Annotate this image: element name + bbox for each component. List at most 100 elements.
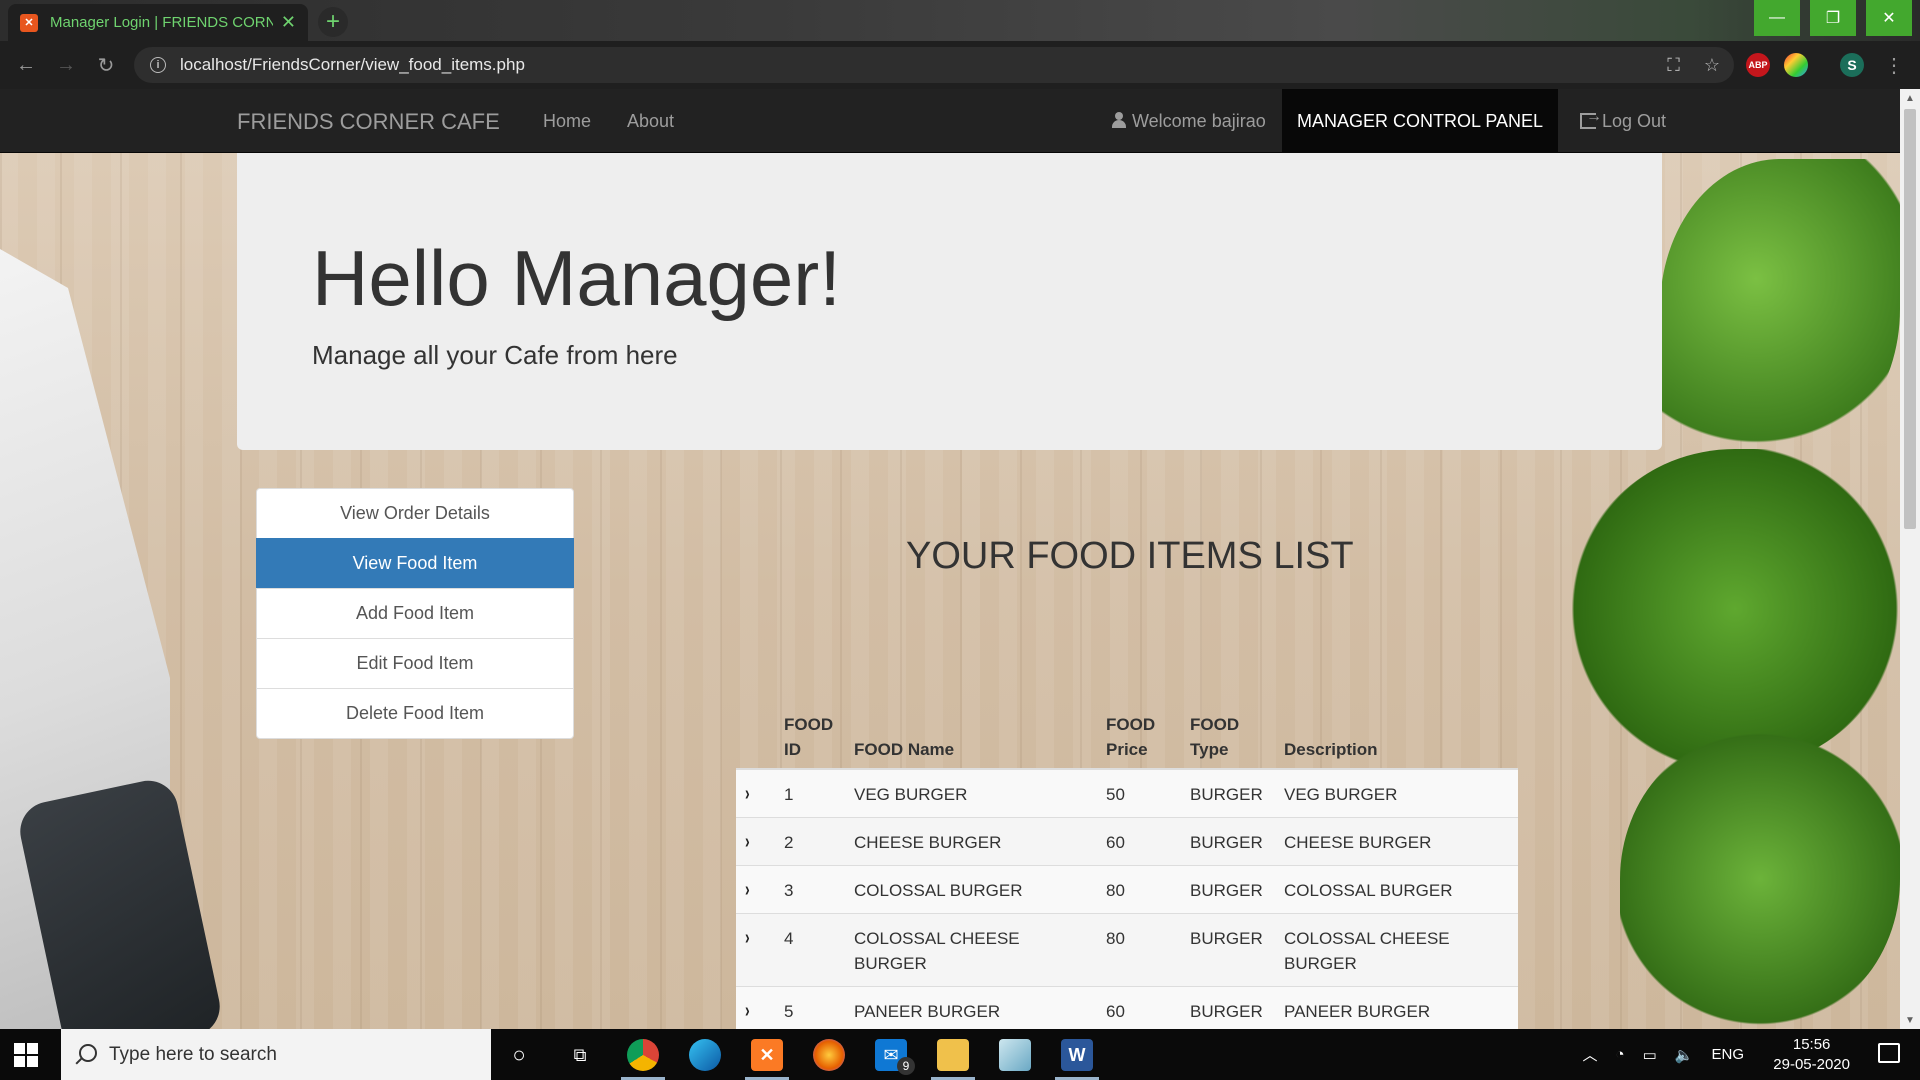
sidebar-item-view-order-details[interactable]: View Order Details [256, 488, 574, 539]
cell-food-name: PANEER BURGER [846, 986, 1098, 1029]
word-icon[interactable]: W [1061, 1039, 1093, 1071]
table-row[interactable]: › 4 COLOSSAL CHEESE BURGER 80 BURGER COLOSSAL… [736, 913, 1518, 987]
page-subtitle: Manage all your Cafe from here [312, 340, 678, 370]
task-view-icon[interactable]: ⧉ [564, 1039, 596, 1071]
scroll-down-icon[interactable]: ▼ [1900, 1011, 1920, 1029]
cell-food-type: BURGER [1182, 865, 1276, 914]
column-header-description: Description [1276, 706, 1518, 770]
menu-dots-icon[interactable]: ⋮ [1882, 53, 1906, 77]
cell-food-name: VEG BURGER [846, 768, 1098, 818]
browser-tab[interactable]: ✕ Manager Login | FRIENDS CORNER ✕ [8, 4, 308, 41]
cell-description: PANEER BURGER [1276, 986, 1518, 1029]
reload-icon[interactable]: ↻ [94, 53, 118, 77]
chevron-right-icon[interactable]: › [745, 999, 750, 1024]
chevron-right-icon[interactable]: › [745, 830, 750, 855]
column-header-food-name: FOOD Name [846, 706, 1098, 770]
translate-icon[interactable]: ⛶ [1667, 55, 1680, 76]
sidebar-item-view-food-item[interactable]: View Food Item [256, 538, 574, 589]
volume-icon[interactable]: 🔈 [1675, 1046, 1694, 1064]
tab-close-icon[interactable]: ✕ [281, 12, 296, 33]
nav-home[interactable]: Home [543, 111, 591, 132]
chrome-icon[interactable] [627, 1039, 659, 1071]
address-bar[interactable]: i localhost/FriendsCorner/view_food_item… [134, 47, 1734, 83]
cell-food-price: 80 [1098, 913, 1182, 987]
minimize-button[interactable]: — [1754, 0, 1800, 36]
expand-row-chevron-icon[interactable]: › [736, 768, 776, 818]
cortana-icon[interactable]: ○ [503, 1039, 535, 1071]
sidebar-item-delete-food-item[interactable]: Delete Food Item [256, 688, 574, 739]
windows-start-icon[interactable] [14, 1043, 38, 1067]
cell-food-id: 2 [776, 817, 846, 866]
clock-date: 29-05-2020 [1773, 1056, 1850, 1073]
forward-icon[interactable]: → [54, 53, 78, 77]
nav-logout[interactable]: Log Out [1580, 108, 1667, 132]
xampp-icon[interactable]: ✕ [751, 1039, 783, 1071]
cell-description: COLOSSAL BURGER [1276, 865, 1518, 914]
new-tab-button[interactable]: + [318, 7, 348, 37]
logout-text: Log Out [1602, 111, 1667, 131]
scroll-up-icon[interactable]: ▲ [1900, 89, 1920, 107]
logout-icon [1580, 108, 1602, 129]
cell-description: CHEESE BURGER [1276, 817, 1518, 866]
cell-food-id: 5 [776, 986, 846, 1029]
table-row[interactable]: › 1 VEG BURGER 50 BURGER VEG BURGER [736, 768, 1518, 818]
taskbar-search-input[interactable]: Type here to search [61, 1029, 491, 1080]
app-icon[interactable] [999, 1039, 1031, 1071]
cell-food-price: 60 [1098, 817, 1182, 866]
chevron-right-icon[interactable]: › [745, 782, 750, 807]
page-title: Hello Manager! [312, 234, 841, 322]
table-row[interactable]: › 5 PANEER BURGER 60 BURGER PANEER BURGER [736, 986, 1518, 1029]
table-row[interactable]: › 3 COLOSSAL BURGER 80 BURGER COLOSSAL BURGER [736, 865, 1518, 914]
restore-button[interactable]: ❐ [1810, 0, 1856, 36]
browser-toolbar: ← → ↻ i localhost/FriendsCorner/view_foo… [0, 41, 1920, 89]
info-icon[interactable]: i [150, 57, 166, 73]
chevron-right-icon[interactable]: › [745, 926, 750, 951]
wifi-icon[interactable]: ◔ [1616, 1046, 1625, 1063]
expand-row-chevron-icon[interactable]: › [736, 817, 776, 866]
nav-about[interactable]: About [627, 111, 674, 132]
cell-food-type: BURGER [1182, 817, 1276, 866]
cell-food-id: 3 [776, 865, 846, 914]
search-icon [79, 1044, 97, 1062]
cell-food-price: 60 [1098, 986, 1182, 1029]
profile-avatar[interactable]: S [1840, 53, 1864, 77]
sidebar-item-add-food-item[interactable]: Add Food Item [256, 588, 574, 639]
page-viewport: FRIENDS CORNER CAFE Home About Welcome b… [0, 89, 1920, 1029]
file-explorer-icon[interactable] [937, 1039, 969, 1071]
sidebar-item-edit-food-item[interactable]: Edit Food Item [256, 638, 574, 689]
cell-description: VEG BURGER [1276, 768, 1518, 818]
brand-link[interactable]: FRIENDS CORNER CAFE [237, 109, 500, 135]
close-window-button[interactable]: ✕ [1866, 0, 1912, 36]
welcome-text: Welcome bajirao [1132, 111, 1266, 131]
show-hidden-icons-icon[interactable]: ︿ [1583, 1044, 1598, 1065]
manager-sidebar-menu: View Order Details View Food Item Add Fo… [256, 488, 574, 739]
language-indicator[interactable]: ENG [1711, 1046, 1744, 1063]
url-text: localhost/FriendsCorner/view_food_items.… [180, 55, 525, 74]
cell-food-name: CHEESE BURGER [846, 817, 1098, 866]
user-icon [1112, 112, 1126, 128]
notifications-icon[interactable] [1878, 1043, 1900, 1063]
parsley-image [1620, 729, 1900, 1029]
edge-icon[interactable] [689, 1039, 721, 1071]
adblock-extension-icon[interactable]: ABP [1746, 53, 1770, 77]
tab-title: Manager Login | FRIENDS CORNER [50, 14, 273, 31]
expand-row-chevron-icon[interactable]: › [736, 913, 776, 987]
cell-food-type: BURGER [1182, 913, 1276, 987]
expand-row-chevron-icon[interactable]: › [736, 865, 776, 914]
bookmark-star-icon[interactable]: ☆ [1704, 55, 1720, 76]
mail-badge: 9 [897, 1057, 915, 1075]
nav-welcome-user[interactable]: Welcome bajirao [1112, 111, 1266, 132]
expand-row-chevron-icon[interactable]: › [736, 986, 776, 1029]
table-row[interactable]: › 2 CHEESE BURGER 60 BURGER CHEESE BURGER [736, 817, 1518, 866]
extension-icon[interactable] [1784, 53, 1808, 77]
battery-icon[interactable]: ▭ [1643, 1046, 1657, 1064]
page-scrollbar[interactable]: ▲ ▼ [1900, 89, 1920, 1029]
taskbar-clock[interactable]: 15:56 29-05-2020 [1773, 1035, 1850, 1075]
back-icon[interactable]: ← [14, 53, 38, 77]
nav-manager-control-panel[interactable]: MANAGER CONTROL PANEL [1282, 89, 1558, 153]
scrollbar-thumb[interactable] [1904, 109, 1916, 529]
parsley-image [1660, 159, 1900, 459]
chevron-right-icon[interactable]: › [745, 878, 750, 903]
firefox-icon[interactable] [813, 1039, 845, 1071]
food-items-table: FOOD ID FOOD Name FOOD Price FOOD Type D… [736, 706, 1518, 1029]
